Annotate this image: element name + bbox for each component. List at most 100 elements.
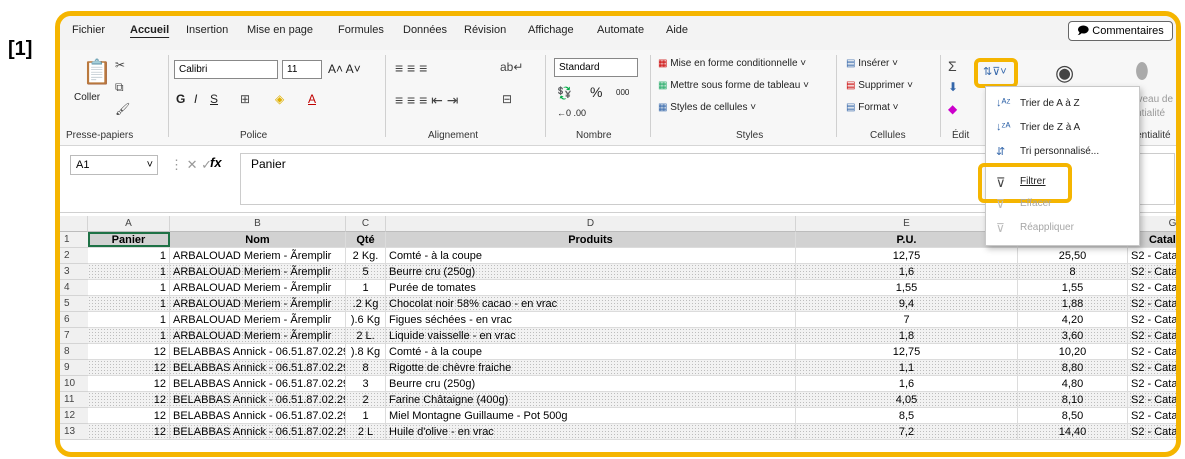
autosum-icon[interactable]: Σ xyxy=(948,58,957,74)
table-cell[interactable]: .2 Kg xyxy=(346,296,386,311)
insert-button[interactable]: ▤ Insérer ˅ xyxy=(846,58,898,69)
row-header[interactable]: 11 xyxy=(60,392,88,408)
table-cell[interactable]: 1,1 xyxy=(796,360,1018,375)
table-cell[interactable]: 1 xyxy=(88,264,170,279)
table-cell[interactable]: BELABBAS Annick - 06.51.87.02.29 xyxy=(170,344,346,359)
cell-styles-button[interactable]: ▦ Styles de cellules ˅ xyxy=(658,102,756,113)
table-cell[interactable]: 3,60 xyxy=(1018,328,1128,343)
fx-icon[interactable]: fx xyxy=(210,155,222,170)
percent-button[interactable]: % xyxy=(590,84,602,100)
table-cell[interactable]: 12 xyxy=(88,360,170,375)
align-left-icon[interactable]: ≡ ≡ ≡ ⇤ ⇥ xyxy=(395,92,459,109)
table-cell[interactable]: Comté - à la coupe xyxy=(386,248,796,263)
decimal-icon[interactable]: ←0 .00 xyxy=(557,108,586,118)
row-header[interactable]: 9 xyxy=(60,360,88,376)
table-cell[interactable]: 12,75 xyxy=(796,344,1018,359)
font-color-icon[interactable]: A xyxy=(308,92,316,106)
name-box[interactable]: A1 ˅ xyxy=(70,155,158,175)
number-format-select[interactable]: Standard xyxy=(554,58,638,77)
table-cell[interactable]: 1,6 xyxy=(796,264,1018,279)
table-cell[interactable]: BELABBAS Annick - 06.51.87.02.29 xyxy=(170,392,346,407)
table-cell[interactable]: 8,80 xyxy=(1018,360,1128,375)
filter-item[interactable]: Filtrer xyxy=(1020,176,1046,187)
cond-format-button[interactable]: ▦ Mise en forme conditionnelle ˅ xyxy=(658,58,806,69)
comments-button[interactable]: 🗩 Commentaires xyxy=(1068,21,1173,41)
paste-icon[interactable]: 📋 xyxy=(82,58,112,87)
table-cell[interactable]: 4,20 xyxy=(1018,312,1128,327)
thousands-button[interactable]: 000 xyxy=(616,88,629,97)
menu-fichier[interactable]: Fichier xyxy=(72,24,105,36)
italic-icon[interactable]: I xyxy=(194,92,197,106)
sort-za-item[interactable]: Trier de Z à A xyxy=(1020,122,1080,133)
table-cell[interactable]: 1 xyxy=(88,296,170,311)
table-cell[interactable]: 10,20 xyxy=(1018,344,1128,359)
table-cell[interactable]: 8,50 xyxy=(1018,408,1128,423)
bold-icon[interactable]: G xyxy=(176,92,185,106)
table-cell[interactable]: 1,55 xyxy=(796,280,1018,295)
table-cell[interactable]: 5 xyxy=(346,264,386,279)
menu-mise-en-page[interactable]: Mise en page xyxy=(247,24,313,36)
merge-icon[interactable]: ⊟ xyxy=(502,92,512,106)
table-cell[interactable]: 12 xyxy=(88,424,170,439)
table-cell[interactable]: Rigotte de chèvre fraiche xyxy=(386,360,796,375)
table-cell[interactable]: 7,2 xyxy=(796,424,1018,439)
row-header[interactable]: 4 xyxy=(60,280,88,296)
table-cell[interactable]: S2 - Catalogue pro xyxy=(1128,264,1176,279)
table-cell[interactable]: S2 - Catalogue pro xyxy=(1128,296,1176,311)
table-cell[interactable]: S2 - Catalogue pro xyxy=(1128,248,1176,263)
table-cell[interactable]: S2 - Catalogue pro xyxy=(1128,328,1176,343)
fill-color-icon[interactable]: ◈ xyxy=(275,92,284,106)
table-cell[interactable]: 2 L xyxy=(346,424,386,439)
table-cell[interactable]: Liquide vaisselle - en vrac xyxy=(386,328,796,343)
table-cell[interactable]: S2 - Catalogue pro xyxy=(1128,312,1176,327)
table-cell[interactable]: Chocolat noir 58% cacao - en vrac xyxy=(386,296,796,311)
custom-sort-item[interactable]: Tri personnalisé... xyxy=(1020,146,1099,157)
header-cell[interactable]: Produits xyxy=(386,232,796,247)
font-size-select[interactable]: 11 xyxy=(282,60,322,79)
reapply-item[interactable]: Réappliquer xyxy=(1020,222,1074,233)
format-button[interactable]: ▤ Format ˅ xyxy=(846,102,899,113)
table-cell[interactable]: BELABBAS Annick - 06.51.87.02.29 xyxy=(170,376,346,391)
column-header-d[interactable]: D xyxy=(386,216,796,232)
column-header-b[interactable]: B xyxy=(170,216,346,232)
table-cell[interactable]: 8 xyxy=(346,360,386,375)
table-cell[interactable]: 1,88 xyxy=(1018,296,1128,311)
underline-icon[interactable]: S xyxy=(210,92,218,106)
row-header[interactable]: 6 xyxy=(60,312,88,328)
table-cell[interactable]: ARBALOUAD Meriem - Ãremplir xyxy=(170,328,346,343)
table-cell[interactable]: 1,6 xyxy=(796,376,1018,391)
table-cell[interactable]: Huile d'olive - en vrac xyxy=(386,424,796,439)
menu-affichage[interactable]: Affichage xyxy=(528,24,574,36)
table-cell[interactable]: 1 xyxy=(346,408,386,423)
table-cell[interactable]: ).8 Kg xyxy=(346,344,386,359)
table-cell[interactable]: S2 - Catalogue pro xyxy=(1128,392,1176,407)
table-cell[interactable]: S2 - Catalogue pro xyxy=(1128,424,1176,439)
table-cell[interactable]: 1 xyxy=(88,280,170,295)
wrap-text-icon[interactable]: ab↵ xyxy=(500,60,523,74)
table-cell[interactable]: Beurre cru (250g) xyxy=(386,376,796,391)
currency-icon[interactable]: 💱 xyxy=(557,86,572,100)
clear-icon[interactable]: ◆ xyxy=(948,102,957,116)
menu-insertion[interactable]: Insertion xyxy=(186,24,228,36)
table-cell[interactable]: S2 - Catalogue pro xyxy=(1128,360,1176,375)
border-icon[interactable]: ⊞ xyxy=(240,92,250,106)
table-cell[interactable]: BELABBAS Annick - 06.51.87.02.29 xyxy=(170,360,346,375)
cut-icon[interactable]: ✂ xyxy=(115,58,125,72)
table-cell[interactable]: Farine Châtaigne (400g) xyxy=(386,392,796,407)
table-cell[interactable]: 8,10 xyxy=(1018,392,1128,407)
font-grow-icon[interactable]: A˄ A˅ xyxy=(328,62,361,76)
sensitivity-icon[interactable]: ⬮ xyxy=(1135,58,1149,84)
row-header[interactable]: 10 xyxy=(60,376,88,392)
table-cell[interactable]: 1 xyxy=(88,248,170,263)
menu-revision[interactable]: Révision xyxy=(464,24,506,36)
menu-formules[interactable]: Formules xyxy=(338,24,384,36)
table-cell[interactable]: ARBALOUAD Meriem - Ãremplir xyxy=(170,312,346,327)
sort-filter-button[interactable]: ⇅⊽˅ xyxy=(983,65,1007,78)
table-cell[interactable]: S2 - Catalogue pro xyxy=(1128,376,1176,391)
table-cell[interactable]: ARBALOUAD Meriem - Ãremplir xyxy=(170,264,346,279)
clear-filter-item[interactable]: Effacer xyxy=(1020,198,1052,209)
row-header[interactable]: 8 xyxy=(60,344,88,360)
table-cell[interactable]: 8,5 xyxy=(796,408,1018,423)
copy-icon[interactable]: ⧉ xyxy=(115,80,124,95)
table-cell[interactable]: 1,8 xyxy=(796,328,1018,343)
